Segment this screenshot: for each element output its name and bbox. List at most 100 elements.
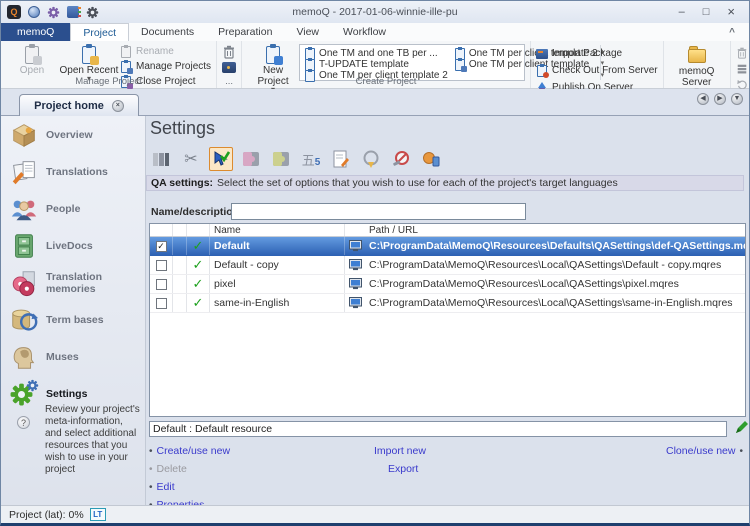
sidebar-item-overview[interactable]: Overview [1,116,145,153]
edit-resource-icon[interactable] [734,420,749,435]
valid-check-icon: ✓ [193,276,204,292]
export-path-rules-icon[interactable] [329,147,353,171]
memoq-server-button[interactable]: memoQ Server ▾ [669,43,725,94]
row-path: C:\ProgramData\MemoQ\Resources\Defaults\… [365,237,745,255]
memoq-logo-icon[interactable]: Q [7,5,21,19]
recycle-bin-icon [736,47,748,59]
row-path: C:\ProgramData\MemoQ\Resources\Local\QAS… [365,275,745,293]
row-checkbox[interactable] [156,260,167,271]
minimize-button[interactable]: – [679,2,685,22]
sidebar-item-term-bases[interactable]: Term bases [1,301,145,338]
maximize-button[interactable]: □ [703,2,710,22]
valid-check-icon: ✓ [193,257,204,273]
rename-button[interactable]: Rename [120,45,211,58]
window-controls: – □ × [679,2,749,22]
font-substitution-icon[interactable] [419,147,443,171]
check-out-from-server-button[interactable]: Check Out From Server [536,64,658,77]
qa-settings-icon[interactable] [209,147,233,171]
table-row[interactable]: ✓ ✓ Default C:\ProgramData\MemoQ\Resourc… [150,237,745,256]
template-item[interactable]: One TM and one TB per ... [304,48,448,59]
view-recycle-bin-button[interactable]: View Recycle Bin [736,46,750,59]
ribbon-tab-bar: memoQ Project Documents Preparation View… [1,23,749,41]
import-package-button[interactable]: Import Package [536,47,658,60]
back-up-button[interactable]: Back Up [736,62,750,75]
globe-icon[interactable] [28,6,40,18]
gear-dark-icon[interactable] [86,6,99,19]
quick-access-toolbar: Q [1,5,99,19]
nav-left-icon[interactable]: ◀ [697,93,709,105]
row-checkbox[interactable]: ✓ [156,241,167,252]
export-link[interactable]: Export [388,463,418,475]
import-package-icon [536,49,548,59]
people-icon [9,194,39,224]
nav-down-icon[interactable]: ▼ [731,93,743,105]
table-row[interactable]: ✓ Default - copy C:\ProgramData\MemoQ\Re… [150,256,745,275]
qa-settings-banner: QA settings: Select the set of options t… [146,175,744,191]
safe-icon[interactable] [222,62,236,73]
settings-icon [9,379,39,409]
nav-right-icon[interactable]: ▶ [714,93,726,105]
table-row[interactable]: ✓ pixel C:\ProgramData\MemoQ\Resources\L… [150,275,745,294]
row-checkbox[interactable] [156,279,167,290]
sidebar-item-muses[interactable]: Muses [1,338,145,375]
valid-check-icon: ✓ [193,295,204,311]
number-formats-icon[interactable]: 五5 [299,147,323,171]
close-button[interactable]: × [727,2,735,22]
qa-settings-label: QA settings: [151,177,213,189]
clone-use-new-link[interactable]: Clone/use new• [666,445,743,457]
group-label-archive: Archive/Backup [731,76,750,87]
language-terminal-icon[interactable]: LT [90,508,106,521]
pane-nav-buttons: ◀ ▶ ▼ [697,93,743,105]
local-resource-icon [349,259,362,271]
group-memoq-server: memoQ Server ▾ [664,41,731,88]
segmentation-rules-icon[interactable]: ✂ [179,147,203,171]
collapse-ribbon-icon[interactable]: ^ [729,27,735,38]
column-header-path[interactable]: Path / URL [365,224,745,236]
ignore-lists-icon[interactable] [389,147,413,171]
table-row[interactable]: ✓ same-in-English C:\ProgramData\MemoQ\R… [150,294,745,313]
selected-resource-info [149,421,727,437]
qa-settings-text: Select the set of options that you wish … [217,177,618,189]
tab-memoq[interactable]: memoQ [1,23,70,41]
sidebar-item-livedocs[interactable]: LiveDocs [1,227,145,264]
auto-export-icon[interactable] [359,147,383,171]
tm-settings-icon[interactable] [239,147,263,171]
translations-icon [9,157,39,187]
sidebar-item-translation-memories[interactable]: Translation memories [1,264,145,301]
notebook-icon[interactable] [67,6,79,18]
tab-documents[interactable]: Documents [129,23,206,41]
column-header-name[interactable]: Name [210,224,345,236]
import-new-link[interactable]: Import new [374,445,426,457]
general-settings-icon[interactable] [149,147,173,171]
group-archive-backup: View Recycle Bin Back Up Restore Archive… [731,41,750,88]
group-label-manage-project: Manage Project [1,76,216,87]
row-path: C:\ProgramData\MemoQ\Resources\Local\QAS… [365,256,745,274]
project-home-tab[interactable]: Project home × [19,94,139,116]
trash-icon[interactable] [222,45,236,59]
template-item[interactable]: T-UPDATE template [304,59,448,70]
close-pane-icon[interactable]: × [112,100,124,112]
edit-link[interactable]: •Edit [149,481,175,493]
tab-workflow[interactable]: Workflow [331,23,398,41]
create-use-new-link[interactable]: •Create/use new [149,445,230,457]
open-recent-icon [79,44,99,65]
sidebar-item-translations[interactable]: Translations [1,153,145,190]
row-name: Default [210,237,345,255]
local-resource-icon [349,240,362,252]
tab-preparation[interactable]: Preparation [206,23,284,41]
gear-purple-icon[interactable] [47,6,60,19]
status-bar: Project (lat): 0% LT [1,505,749,523]
tab-project[interactable]: Project [70,23,129,41]
delete-link[interactable]: •Delete [149,463,187,475]
rename-icon [120,45,132,58]
filter-label: Name/description [151,206,239,218]
row-checkbox[interactable] [156,298,167,309]
name-description-input[interactable] [231,203,526,220]
open-button[interactable]: Open [6,43,58,76]
row-name: Default - copy [210,256,345,274]
sidebar-item-people[interactable]: People [1,190,145,227]
settings-category-toolbar: ✂ 五5 [149,147,443,171]
manage-projects-button[interactable]: Manage Projects [120,60,211,73]
tab-view[interactable]: View [284,23,331,41]
livedocs-settings-icon[interactable] [269,147,293,171]
